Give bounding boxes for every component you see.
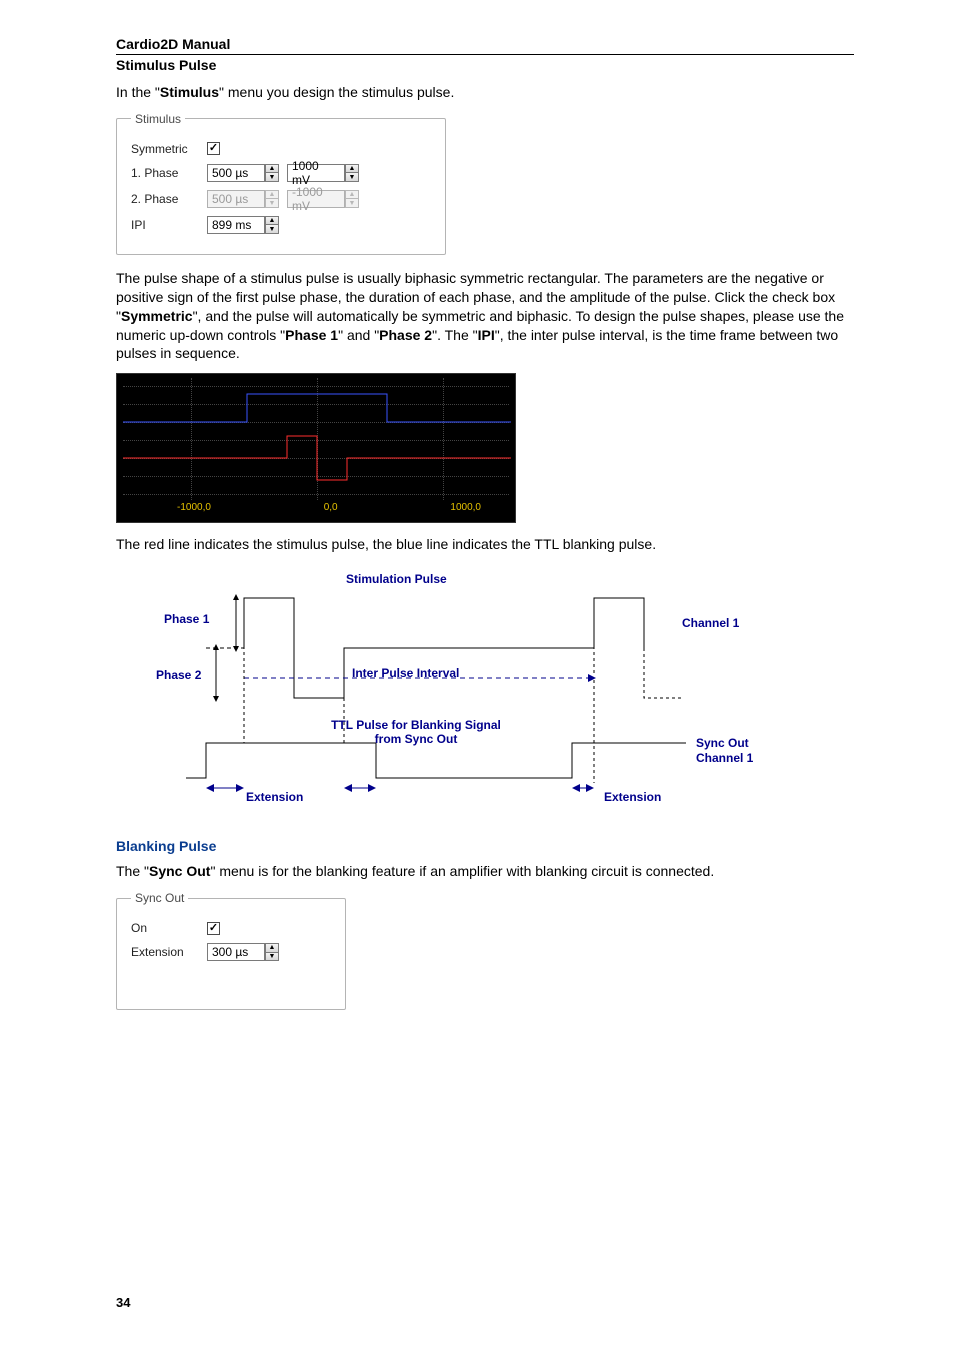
diagram-extension-left: Extension <box>246 790 303 804</box>
chevron-down-icon[interactable]: ▼ <box>345 172 359 182</box>
stimulus-scope: -1000,0 0,0 1000,0 <box>116 373 516 523</box>
doc-title: Cardio2D Manual <box>116 36 854 52</box>
chevron-down-icon[interactable]: ▼ <box>265 224 279 234</box>
chevron-up-icon[interactable]: ▲ <box>265 943 279 952</box>
extension-stepper[interactable]: 300 µs ▲▼ <box>207 943 279 961</box>
chevron-up-icon: ▲ <box>345 190 359 199</box>
phase1-time-stepper[interactable]: 500 µs ▲▼ <box>207 164 279 182</box>
label-on: On <box>131 921 207 935</box>
symmetric-checkbox[interactable]: ✓ <box>207 142 220 155</box>
row-symmetric: Symmetric ✓ <box>131 142 431 156</box>
syncout-groupbox: Sync Out On ✓ Extension 300 µs ▲▼ <box>116 891 346 1010</box>
chevron-down-icon: ▼ <box>345 198 359 208</box>
chevron-up-icon[interactable]: ▲ <box>265 164 279 173</box>
page-number: 34 <box>116 1295 130 1310</box>
blanking-paragraph: The "Sync Out" menu is for the blanking … <box>116 862 854 881</box>
row-syncout-ext: Extension 300 µs ▲▼ <box>131 943 331 961</box>
diagram-phase1-label: Phase 1 <box>164 612 209 626</box>
chevron-down-icon: ▼ <box>265 198 279 208</box>
stimulus-heading: Stimulus Pulse <box>116 57 854 73</box>
phase2-time-stepper: 500 µs ▲▼ <box>207 190 279 208</box>
stimulus-groupbox: Stimulus Symmetric ✓ 1. Phase 500 µs ▲▼ … <box>116 112 446 255</box>
phase2-amp-stepper: -1000 mV ▲▼ <box>287 190 359 208</box>
label-phase2: 2. Phase <box>131 192 207 206</box>
chevron-up-icon[interactable]: ▲ <box>345 164 359 173</box>
diagram-ipi-label: Inter Pulse Interval <box>352 666 459 680</box>
row-phase1: 1. Phase 500 µs ▲▼ 1000 mV ▲▼ <box>131 164 431 182</box>
diagram-ttl-label: TTL Pulse for Blanking Signal from Sync … <box>326 718 506 746</box>
stimulus-legend: Stimulus <box>131 112 185 126</box>
scope-caption: The red line indicates the stimulus puls… <box>116 535 854 554</box>
label-phase1: 1. Phase <box>131 166 207 180</box>
chevron-up-icon: ▲ <box>265 190 279 199</box>
chevron-down-icon[interactable]: ▼ <box>265 952 279 962</box>
stimulus-intro: In the "Stimulus" menu you design the st… <box>116 83 854 102</box>
row-syncout-on: On ✓ <box>131 921 331 935</box>
diagram-title: Stimulation Pulse <box>346 572 447 586</box>
diagram-channel1-label: Channel 1 <box>682 616 739 630</box>
pulse-diagram: Stimulation Pulse Phase 1 Phase 2 Inter … <box>116 568 816 808</box>
title-rule <box>116 54 854 55</box>
label-ipi: IPI <box>131 218 207 232</box>
diagram-syncout-label: Sync Out Channel 1 <box>696 736 753 765</box>
chevron-down-icon[interactable]: ▼ <box>265 172 279 182</box>
stimulus-paragraph: The pulse shape of a stimulus pulse is u… <box>116 269 854 363</box>
ipi-stepper[interactable]: 899 ms ▲▼ <box>207 216 279 234</box>
row-ipi: IPI 899 ms ▲▼ <box>131 216 431 234</box>
syncout-legend: Sync Out <box>131 891 188 905</box>
diagram-phase2-label: Phase 2 <box>156 668 201 682</box>
blanking-heading: Blanking Pulse <box>116 838 854 854</box>
scope-traces <box>117 374 515 522</box>
label-symmetric: Symmetric <box>131 142 207 156</box>
phase1-amp-stepper[interactable]: 1000 mV ▲▼ <box>287 164 359 182</box>
scope-ticks: -1000,0 0,0 1000,0 <box>117 502 515 518</box>
diagram-extension-right: Extension <box>604 790 661 804</box>
label-extension: Extension <box>131 945 207 959</box>
chevron-up-icon[interactable]: ▲ <box>265 216 279 225</box>
syncout-on-checkbox[interactable]: ✓ <box>207 922 220 935</box>
row-phase2: 2. Phase 500 µs ▲▼ -1000 mV ▲▼ <box>131 190 431 208</box>
